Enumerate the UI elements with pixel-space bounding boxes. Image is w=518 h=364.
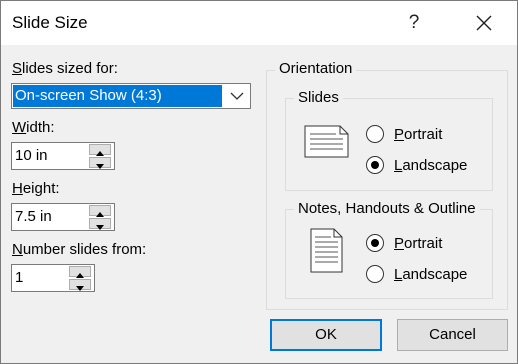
close-icon	[476, 15, 492, 31]
dropdown-arrow-button[interactable]	[223, 84, 250, 108]
radio-selected-dot	[371, 161, 379, 169]
ok-button[interactable]: OK	[270, 319, 382, 351]
slides-sized-for-value: On-screen Show (4:3)	[13, 85, 222, 107]
notes-landscape-radio[interactable]	[366, 265, 384, 283]
notes-landscape-label: Landscape	[394, 266, 468, 283]
orientation-title: Orientation	[275, 60, 357, 77]
notes-portrait-radio[interactable]	[366, 234, 384, 252]
slides-orientation-group: Slides Portrait Landscape	[285, 89, 493, 191]
triangle-down-icon	[96, 225, 104, 230]
height-decrement-button[interactable]	[89, 218, 111, 230]
orientation-group: Orientation Slides Portrait Landscape No…	[266, 60, 508, 310]
number-slides-from-spinner[interactable]: 1	[11, 264, 95, 292]
width-spin-buttons	[89, 144, 113, 169]
cancel-button[interactable]: Cancel	[397, 319, 508, 351]
height-spin-buttons	[89, 205, 113, 230]
slides-portrait-radio[interactable]	[366, 125, 384, 143]
height-value: 7.5 in	[15, 208, 52, 225]
notes-group-title: Notes, Handouts & Outline	[294, 200, 480, 217]
height-increment-button[interactable]	[89, 205, 111, 217]
width-label: Width:	[12, 119, 55, 136]
dialog-title: Slide Size	[12, 13, 88, 32]
radio-selected-dot	[371, 239, 379, 247]
help-icon: ?	[408, 12, 420, 33]
slides-sized-for-dropdown[interactable]: On-screen Show (4:3)	[11, 83, 251, 109]
width-value: 10 in	[15, 147, 48, 164]
number-increment-button[interactable]	[69, 266, 91, 278]
slides-portrait-label: Portrait	[394, 126, 443, 143]
close-button[interactable]	[467, 7, 501, 39]
slide-size-dialog: Slide Size ? Slides sized for: On-screen…	[0, 0, 518, 364]
slides-landscape-radio[interactable]	[366, 156, 384, 174]
triangle-down-icon	[76, 286, 84, 291]
landscape-page-icon	[304, 125, 349, 158]
number-slides-from-value: 1	[15, 269, 24, 286]
title-bar: Slide Size ?	[1, 1, 517, 45]
slides-landscape-label: Landscape	[394, 157, 468, 174]
slides-sized-for-label: Slides sized for:	[12, 60, 118, 77]
number-slides-from-label: Number slides from:	[12, 241, 147, 258]
notes-portrait-label: Portrait	[394, 235, 443, 252]
chevron-down-icon	[230, 92, 244, 100]
number-spin-buttons	[69, 266, 93, 291]
number-decrement-button[interactable]	[69, 279, 91, 291]
portrait-page-icon	[310, 228, 343, 273]
width-spinner[interactable]: 10 in	[11, 142, 115, 170]
width-increment-button[interactable]	[89, 144, 111, 156]
help-button[interactable]: ?	[399, 7, 429, 39]
height-spinner[interactable]: 7.5 in	[11, 203, 115, 231]
triangle-down-icon	[96, 164, 104, 169]
notes-orientation-group: Notes, Handouts & Outline Portrait Lands…	[285, 200, 493, 299]
slides-group-title: Slides	[294, 89, 343, 106]
width-decrement-button[interactable]	[89, 157, 111, 169]
height-label: Height:	[12, 180, 60, 197]
